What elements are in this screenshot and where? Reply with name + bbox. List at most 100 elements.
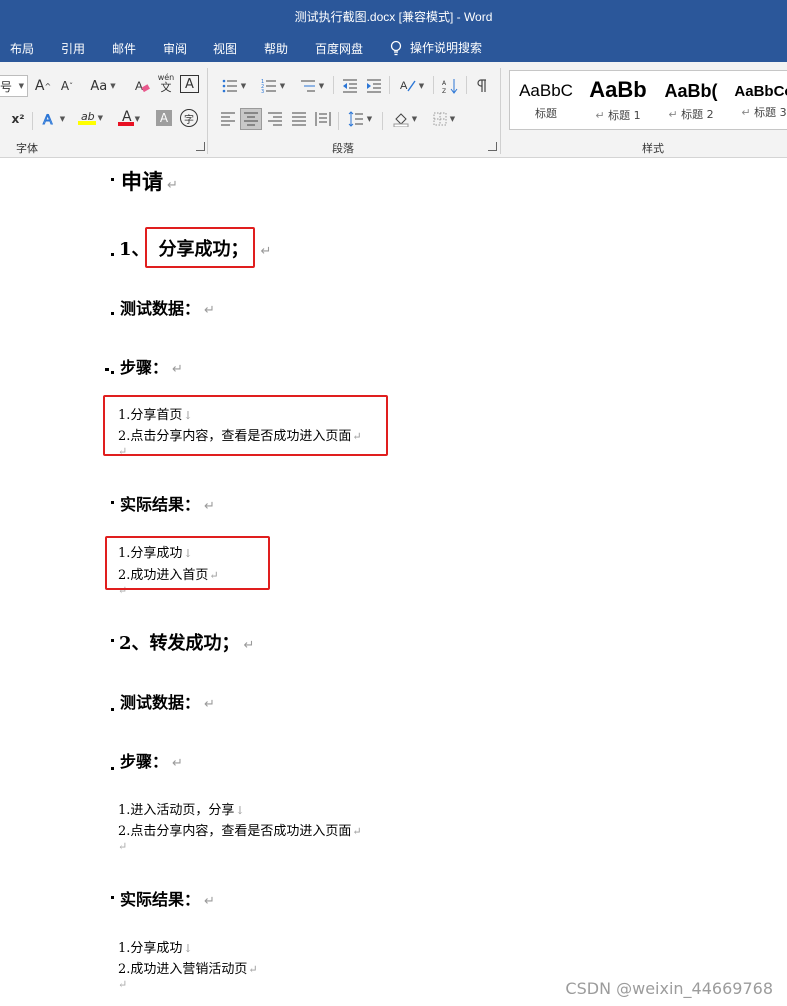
decrease-indent-button[interactable] (340, 75, 360, 97)
enclose-characters-button[interactable]: 字 (180, 109, 198, 127)
grow-font-button[interactable]: A ^ (33, 75, 53, 97)
window-title: 测试执行截图.docx [兼容模式] - Word (294, 10, 493, 24)
line-spacing-icon (348, 111, 363, 127)
align-left-icon (221, 112, 235, 126)
style-heading-2[interactable]: AaBb( ↵ 标题 2 (655, 71, 727, 129)
shading-button[interactable]: ▼ (388, 108, 422, 130)
annotation-box (105, 536, 270, 590)
svg-text:A: A (135, 79, 143, 93)
superscript-button[interactable]: x² (8, 108, 28, 130)
distributed-button[interactable] (313, 108, 333, 130)
font-color-button[interactable]: A ▼ (114, 108, 148, 130)
chinese-layout-icon: A (400, 80, 416, 92)
step-line: 1.进入活动页，分享↓ (118, 803, 245, 818)
tell-me-search[interactable]: 操作说明搜索 (390, 39, 482, 56)
steps-label: 步骤： ↵ (120, 752, 183, 771)
tab-help[interactable]: 帮助 (264, 40, 288, 57)
eraser-icon: A (135, 79, 150, 93)
style-title[interactable]: AaBbC 标题 (510, 71, 582, 129)
borders-icon (433, 112, 447, 126)
multilevel-list-button[interactable]: ▼ (296, 75, 328, 97)
chevron-down-icon: ▼ (18, 82, 24, 90)
tab-baidu-netdisk[interactable]: 百度网盘 (315, 40, 363, 57)
sort-button[interactable]: AZ (440, 75, 460, 97)
font-group-label: 字体 (16, 142, 38, 155)
multilevel-list-icon (300, 80, 315, 92)
numbering-button[interactable]: 1 2 3 ▼ (257, 75, 289, 97)
heading-marker (111, 312, 114, 315)
tab-layout[interactable]: 布局 (10, 40, 34, 57)
svg-text:A: A (442, 80, 447, 87)
heading-marker (111, 371, 114, 374)
tab-review[interactable]: 审阅 (163, 40, 187, 57)
annotation-box (145, 227, 255, 268)
line-spacing-button[interactable]: ▼ (344, 108, 376, 130)
tab-view[interactable]: 视图 (213, 40, 237, 57)
align-center-icon (244, 112, 258, 126)
lightbulb-icon (390, 40, 402, 55)
align-left-button[interactable] (218, 108, 238, 130)
ribbon-tabs: 布局 引用 邮件 审阅 视图 帮助 百度网盘 操作说明搜索 (0, 34, 787, 62)
styles-gallery: AaBbC 标题 AaBb ↵ 标题 1 AaBb( ↵ 标题 2 AaBbCo… (509, 70, 787, 130)
styles-group-label: 样式 (642, 142, 664, 155)
tab-references[interactable]: 引用 (61, 40, 85, 57)
heading-marker (111, 708, 114, 711)
borders-button[interactable]: ▼ (428, 108, 460, 130)
paragraph-dialog-launcher[interactable] (488, 142, 497, 151)
chinese-layout-button[interactable]: A ▼ (396, 75, 428, 97)
heading-marker (111, 501, 114, 504)
paragraph-mark-icon (477, 79, 486, 92)
change-case-button[interactable]: Aa ▼ (86, 75, 120, 97)
paragraph-mark: ↵ (118, 978, 128, 991)
distributed-icon (315, 112, 331, 126)
heading-forward-success: 2、转发成功； ↵ (119, 633, 255, 654)
shrink-font-button[interactable]: Aˇ (57, 75, 77, 97)
align-right-button[interactable] (265, 108, 285, 130)
increase-indent-icon (367, 79, 381, 93)
annotation-box (103, 395, 388, 456)
svg-text:A: A (43, 111, 53, 127)
style-heading-1[interactable]: AaBb ↵ 标题 1 (582, 71, 654, 129)
heading-marker (111, 253, 114, 256)
paragraph-mark: ↵ (118, 840, 128, 853)
text-effects-icon: A (42, 111, 53, 127)
actual-result-label: 实际结果： ↵ (120, 495, 215, 514)
document-page[interactable]: 申请 ↵ 1、 分享成功； ↵ 测试数据： ↵ 步骤： ↵ 1.分享首页↓ 2.点击分享内… (0, 159, 787, 1006)
actual-result-label: 实际结果： ↵ (120, 890, 215, 909)
show-hide-marks-button[interactable] (472, 75, 492, 97)
collapse-triangle-icon[interactable] (105, 368, 109, 371)
bullets-button[interactable]: ▼ (218, 75, 250, 97)
highlight-color-swatch (78, 120, 96, 125)
title-bar: 测试执行截图.docx [兼容模式] - Word (0, 0, 787, 34)
font-size-combo[interactable]: 号 ▼ (0, 75, 28, 97)
steps-label: 步骤： ↵ (120, 358, 183, 377)
text-effects-button[interactable]: A ▼ (38, 108, 68, 130)
result-line: 2.成功进入营销活动页↵ (118, 962, 258, 977)
phonetic-guide-button[interactable]: wén 文 (156, 72, 176, 94)
bullets-icon (222, 79, 237, 93)
character-border-button[interactable]: A (180, 75, 199, 93)
character-shading-button[interactable]: A (156, 110, 172, 126)
heading-marker (111, 896, 114, 899)
increase-indent-button[interactable] (364, 75, 384, 97)
heading-apply: 申请 ↵ (121, 169, 178, 194)
justify-icon (292, 112, 306, 126)
numbering-icon: 123 (261, 79, 276, 93)
ribbon: 号 ▼ A ^ Aˇ Aa ▼ A wén 文 A x² A ▼ ab ▼ A ▼ A 字 字… (0, 62, 787, 158)
decrease-indent-icon (343, 79, 357, 93)
tab-mailings[interactable]: 邮件 (112, 40, 136, 57)
heading-marker (111, 639, 114, 642)
font-color-swatch (118, 121, 134, 126)
justify-button[interactable] (289, 108, 309, 130)
watermark: CSDN @weixin_44669768 (565, 979, 773, 998)
test-data-label: 测试数据： ↵ (120, 693, 215, 712)
svg-text:A: A (400, 80, 408, 92)
heading-marker (111, 767, 114, 770)
clear-formatting-button[interactable]: A (132, 75, 152, 97)
font-dialog-launcher[interactable] (196, 142, 205, 151)
style-heading-3[interactable]: AaBbCo ↵ 标题 3 (728, 71, 787, 129)
align-center-button[interactable] (240, 108, 262, 130)
highlight-button[interactable]: ab ▼ (74, 108, 110, 130)
svg-text:3: 3 (261, 89, 264, 93)
tell-me-label: 操作说明搜索 (410, 41, 483, 55)
